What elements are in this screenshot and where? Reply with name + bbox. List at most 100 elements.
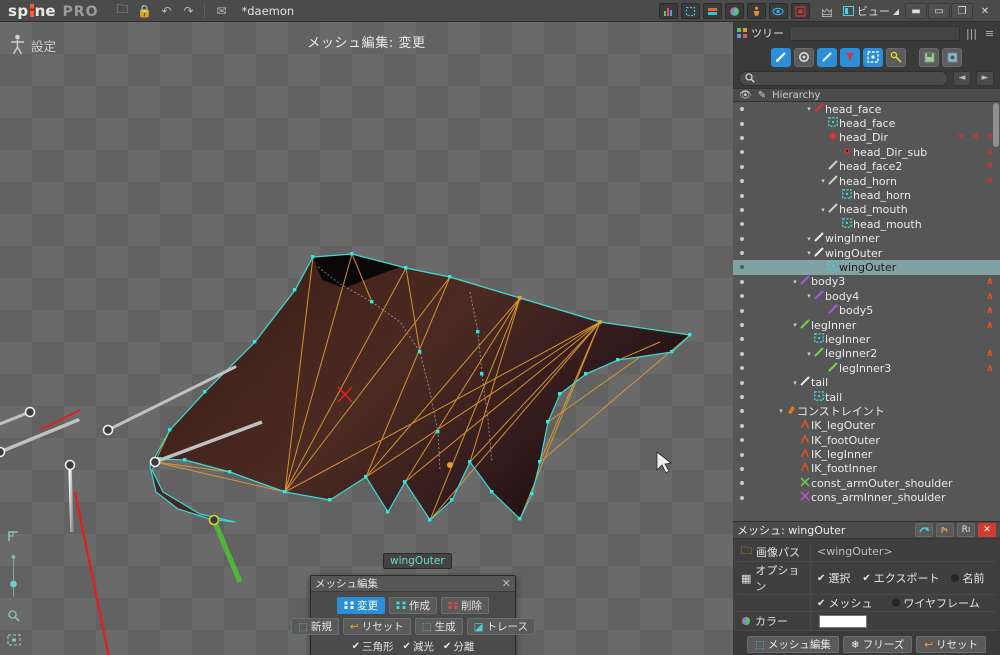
tree-row[interactable]: IK_footInner (733, 462, 1000, 476)
animate-icon[interactable] (702, 3, 722, 19)
tree-row[interactable]: legInner3 ∧ (733, 361, 1000, 375)
visibility-icon[interactable]: 👁 (739, 90, 752, 101)
row-visibility-dot[interactable] (740, 409, 744, 414)
tree-row[interactable]: ▾ legInner ∧ (733, 318, 1000, 332)
option-select-checkbox[interactable]: ✔ 選択 (817, 570, 850, 586)
tree-row[interactable]: ▾ head_horn ✕ (733, 174, 1000, 188)
row-visibility-dot[interactable] (740, 366, 744, 371)
search-input[interactable] (739, 70, 948, 86)
color-icon[interactable] (724, 3, 744, 19)
expand-caret-icon[interactable]: ▾ (791, 278, 799, 286)
image-settings-button[interactable] (942, 47, 962, 67)
expand-caret-icon[interactable]: ▾ (805, 292, 813, 300)
lock-icon[interactable]: ✎ (758, 90, 766, 101)
filter-constraints-button[interactable] (840, 47, 860, 67)
open-folder-icon[interactable]: 🗀 (112, 2, 132, 20)
row-visibility-dot[interactable] (740, 308, 744, 313)
expand-caret-icon[interactable]: ▾ (805, 249, 813, 257)
filter-keys-button[interactable] (886, 47, 906, 67)
filter-bones-button[interactable] (771, 47, 791, 67)
option-mesh-checkbox[interactable]: ✔ メッシュ (817, 595, 872, 611)
origin-icon[interactable] (6, 529, 21, 544)
tree-row[interactable]: legInner (733, 332, 1000, 346)
tree-row[interactable]: cons_armInner_shoulder (733, 491, 1000, 505)
row-visibility-dot[interactable] (740, 294, 744, 299)
row-visibility-dot[interactable] (740, 351, 744, 356)
expand-caret-icon[interactable]: ▾ (819, 206, 827, 214)
view-menu[interactable]: ビュー ◢ (842, 3, 899, 19)
tree-row[interactable]: ▾ tail (733, 375, 1000, 389)
expand-caret-icon[interactable]: ▾ (791, 321, 799, 329)
expand-caret-icon[interactable]: ▾ (805, 235, 813, 243)
row-visibility-dot[interactable] (740, 135, 744, 140)
tree-row[interactable]: head_mouth (733, 217, 1000, 231)
expand-caret-icon[interactable]: ▾ (791, 379, 799, 387)
freeze-button[interactable]: ❄ フリーズ (842, 636, 913, 653)
mesh-isolate-checkbox[interactable]: ✔ 分離 (443, 639, 474, 654)
expand-caret-icon[interactable]: ▾ (777, 407, 785, 415)
row-visibility-dot[interactable] (740, 466, 744, 471)
export-icon[interactable]: ✉ (211, 2, 231, 20)
option-name-checkbox[interactable]: 名前 (951, 570, 984, 586)
row-visibility-dot[interactable] (740, 495, 744, 500)
tree-row[interactable]: head_face (733, 116, 1000, 130)
tree-row[interactable]: ▾ head_mouth (733, 203, 1000, 217)
settings-label[interactable]: 設定 (10, 34, 56, 56)
tree-row[interactable]: ▾ head_face (733, 102, 1000, 116)
row-visibility-dot[interactable] (740, 395, 744, 399)
menu-icon[interactable]: ≡ (983, 27, 996, 40)
row-visibility-dot[interactable] (740, 438, 744, 443)
record-icon[interactable] (790, 3, 810, 19)
mesh-triangles-checkbox[interactable]: ✔ 三角形 (352, 639, 394, 654)
row-visibility-dot[interactable] (740, 107, 744, 112)
mesh-mode-delete-button[interactable]: 削除 (441, 597, 489, 614)
tree-panel-drag-bar[interactable] (789, 25, 960, 41)
row-visibility-dot[interactable] (740, 423, 744, 428)
undo-icon[interactable]: ↶ (156, 2, 176, 20)
tree-row[interactable]: tail (733, 390, 1000, 404)
tree-row[interactable]: ▾ body4 ∧ (733, 289, 1000, 303)
tree-row[interactable]: ▾ コンストレイント (733, 404, 1000, 418)
eye-icon[interactable] (768, 3, 788, 19)
tree-row[interactable]: head_Dir_sub ✕ (733, 145, 1000, 159)
nav-prev-button[interactable]: ◄ (953, 70, 971, 86)
image-path-value[interactable]: <wingOuter> (811, 542, 996, 561)
row-visibility-dot[interactable] (740, 193, 744, 198)
expand-caret-icon[interactable]: ▾ (805, 105, 813, 113)
columns-icon[interactable]: ||| (965, 27, 978, 40)
row-visibility-dot[interactable] (740, 164, 744, 169)
skeleton-icon[interactable] (746, 3, 766, 19)
row-visibility-dot[interactable] (740, 251, 744, 256)
expand-caret-icon[interactable]: ▾ (805, 350, 813, 358)
mesh-dim-checkbox[interactable]: ✔ 減光 (403, 639, 434, 654)
frame-icon[interactable] (6, 632, 21, 647)
tree-row[interactable]: ▾ wingInner (733, 232, 1000, 246)
tree-row[interactable]: ▾ legInner2 ∧ (733, 347, 1000, 361)
close-icon[interactable]: ✕ (502, 577, 511, 590)
hierarchy-tree[interactable]: ▾ head_face head_face head_Dir ✕ ✕ ✕ head_Dir_s… (733, 102, 1000, 522)
expand-caret-icon[interactable]: ▾ (819, 177, 827, 185)
window-minimize-button[interactable]: ▬ (905, 3, 927, 19)
link-icon[interactable]: 🜲 (817, 2, 837, 20)
window-close-button[interactable]: ✕ (974, 3, 996, 19)
row-visibility-dot[interactable] (740, 452, 744, 457)
tree-row-selected[interactable]: wingOuter (733, 260, 1000, 275)
tree-row[interactable]: IK_footOuter (733, 433, 1000, 447)
save-preset-button[interactable] (919, 47, 939, 67)
filter-mesh-button[interactable] (863, 47, 883, 67)
row-visibility-dot[interactable] (740, 179, 744, 184)
duplicate-button[interactable] (915, 523, 933, 537)
tree-row[interactable]: head_face2 ✕ (733, 160, 1000, 174)
mesh-trace-button[interactable]: ◪ トレース (466, 618, 536, 635)
tree-row[interactable]: const_armOuter_shoulder (733, 476, 1000, 490)
delete-button[interactable]: ✕ (978, 523, 996, 537)
row-visibility-dot[interactable] (740, 481, 744, 486)
row-visibility-dot[interactable] (740, 279, 744, 284)
window-restore-button[interactable]: ❐ (951, 3, 973, 19)
mesh-mode-modify-button[interactable]: 変更 (337, 597, 385, 614)
redo-icon[interactable]: ↷ (178, 2, 198, 20)
tree-row[interactable]: head_Dir ✕ ✕ ✕ (733, 131, 1000, 145)
color-swatch[interactable] (819, 614, 867, 628)
tree-row[interactable]: ▾ body3 ∧ (733, 275, 1000, 289)
chart-icon[interactable] (658, 3, 678, 19)
